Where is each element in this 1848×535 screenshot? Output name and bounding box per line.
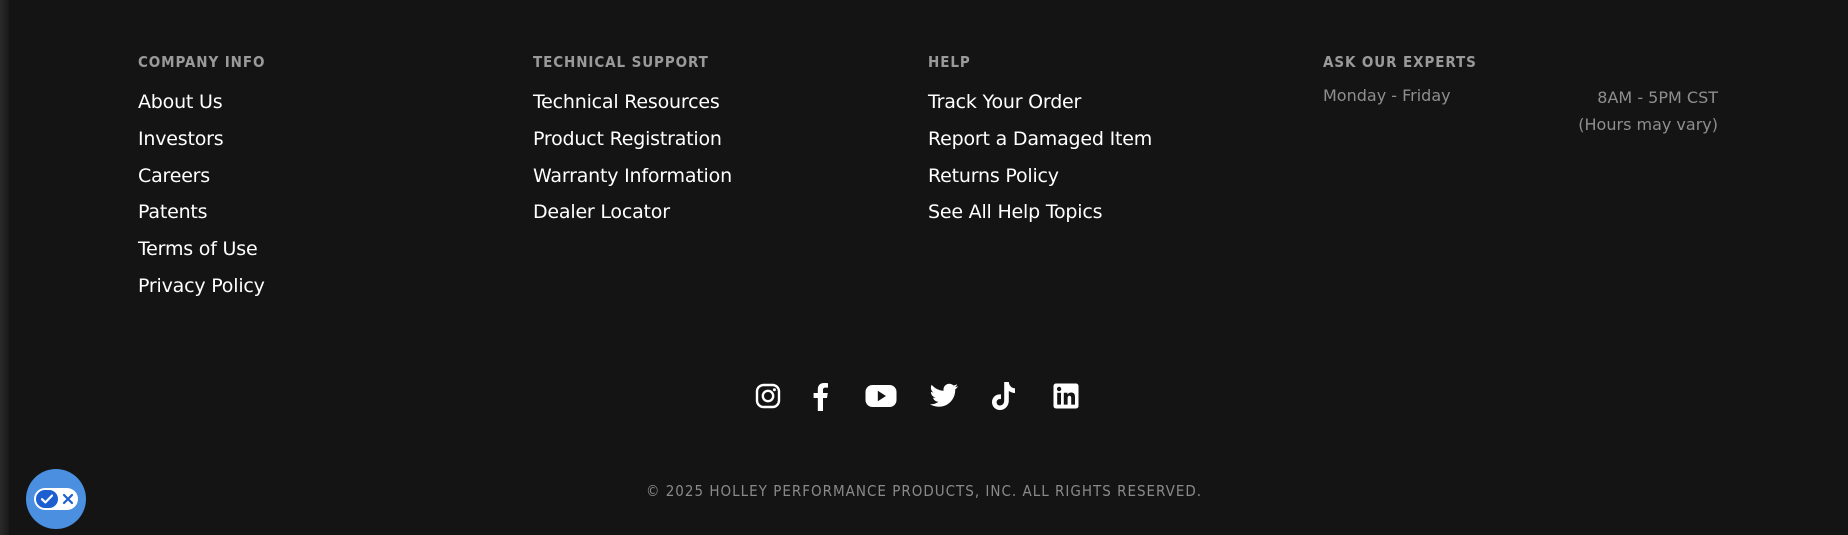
link-product-registration[interactable]: Product Registration <box>533 128 722 150</box>
link-about-us[interactable]: About Us <box>138 91 223 113</box>
link-privacy-policy[interactable]: Privacy Policy <box>138 275 265 297</box>
link-report-damaged-item[interactable]: Report a Damaged Item <box>928 128 1152 150</box>
toggle-icon <box>34 488 78 510</box>
linkedin-icon[interactable] <box>1052 380 1080 412</box>
experts-hours: 8AM - 5PM CST (Hours may vary) <box>1578 84 1718 138</box>
link-investors[interactable]: Investors <box>138 128 224 150</box>
experts-hours-note: (Hours may vary) <box>1578 115 1718 134</box>
link-patents[interactable]: Patents <box>138 201 208 223</box>
column-heading: COMPANY INFO <box>138 53 266 71</box>
footer-column-ask-our-experts: ASK OUR EXPERTS Monday - Friday 8AM - 5P… <box>1323 48 1718 144</box>
link-terms-of-use[interactable]: Terms of Use <box>138 238 258 260</box>
page-left-edge <box>0 0 9 535</box>
footer-column-technical-support: TECHNICAL SUPPORT Technical Resources Pr… <box>533 48 893 231</box>
link-list: Track Your Order Report a Damaged Item R… <box>928 84 1288 231</box>
link-careers[interactable]: Careers <box>138 165 210 187</box>
experts-hours-time: 8AM - 5PM CST <box>1597 88 1718 107</box>
link-list: About Us Investors Careers Patents Terms… <box>138 84 498 305</box>
check-icon <box>36 490 58 508</box>
footer-column-help: HELP Track Your Order Report a Damaged I… <box>928 48 1288 231</box>
social-links <box>0 380 1848 412</box>
copyright-text: © 2025 HOLLEY PERFORMANCE PRODUCTS, INC.… <box>645 482 1203 500</box>
experts-hours-row: Monday - Friday 8AM - 5PM CST (Hours may… <box>1323 84 1718 144</box>
twitter-icon[interactable] <box>929 380 959 412</box>
experts-days: Monday - Friday <box>1323 86 1451 105</box>
link-dealer-locator[interactable]: Dealer Locator <box>533 201 670 223</box>
column-heading: HELP <box>928 53 971 71</box>
link-see-all-help-topics[interactable]: See All Help Topics <box>928 201 1103 223</box>
link-list: Technical Resources Product Registration… <box>533 84 893 231</box>
link-technical-resources[interactable]: Technical Resources <box>533 91 720 113</box>
facebook-icon[interactable] <box>810 380 830 412</box>
instagram-icon[interactable] <box>754 380 782 412</box>
accessibility-toggle-button[interactable] <box>26 469 86 529</box>
close-icon <box>62 493 74 505</box>
tiktok-icon[interactable] <box>991 380 1017 412</box>
column-heading: TECHNICAL SUPPORT <box>533 53 709 71</box>
footer-columns: COMPANY INFO About Us Investors Careers … <box>138 48 1718 318</box>
link-warranty-information[interactable]: Warranty Information <box>533 165 732 187</box>
link-track-your-order[interactable]: Track Your Order <box>928 91 1081 113</box>
social-icons-row <box>754 380 1094 412</box>
youtube-icon[interactable] <box>865 380 897 412</box>
link-returns-policy[interactable]: Returns Policy <box>928 165 1059 187</box>
column-heading: ASK OUR EXPERTS <box>1323 53 1477 71</box>
footer-column-company-info: COMPANY INFO About Us Investors Careers … <box>138 48 498 305</box>
